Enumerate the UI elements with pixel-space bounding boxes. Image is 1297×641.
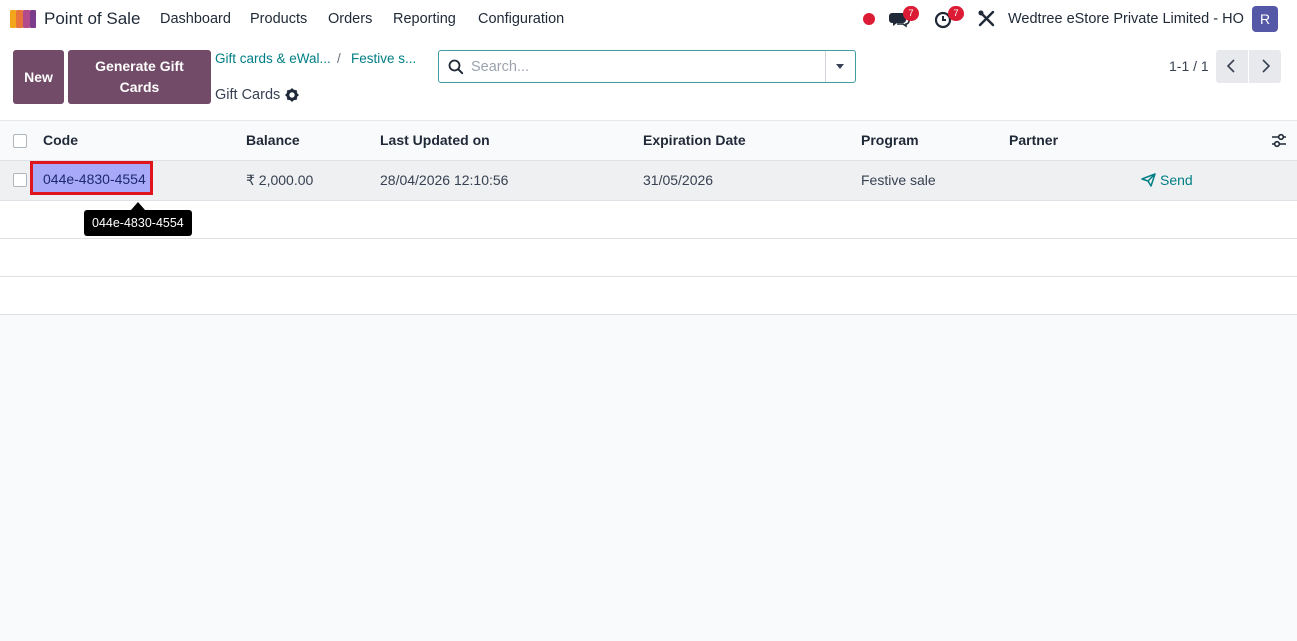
pager-value[interactable]: 1-1 / 1 [1169,58,1209,74]
breadcrumb-gift-cards-ewallet[interactable]: Gift cards & eWal... [215,51,331,66]
row-checkbox[interactable] [13,173,27,187]
optional-columns-toggle-icon[interactable] [1271,133,1287,149]
program-cell: Festive sale [861,172,936,188]
menu-configuration[interactable]: Configuration [478,11,564,27]
expiration-date-cell: 31/05/2026 [643,172,714,188]
user-avatar[interactable]: R [1252,6,1278,32]
table-row[interactable]: 044e-4830-4554 ₹ 2,000.00 28/04/2026 12:… [0,161,1297,201]
list-header: Code Balance Last Updated on Expiration … [0,120,1297,161]
breadcrumb-festive-sale[interactable]: Festive s... [351,51,416,66]
messages-badge: 7 [903,6,919,21]
code-cell-highlight[interactable]: 044e-4830-4554 [30,161,153,195]
menu-products[interactable]: Products [250,11,307,27]
app-name[interactable]: Point of Sale [44,9,140,29]
gift-cards-list: Code Balance Last Updated on Expiration … [0,120,1297,315]
chevron-right-icon [1262,59,1271,73]
column-program[interactable]: Program [861,132,919,148]
activities-badge: 7 [948,6,964,21]
paper-plane-icon [1141,173,1156,187]
menu-dashboard[interactable]: Dashboard [160,11,231,27]
menu-orders[interactable]: Orders [328,11,372,27]
chevron-left-icon [1226,59,1235,73]
empty-row [0,239,1297,277]
last-updated-cell: 28/04/2026 12:10:56 [380,172,509,188]
generate-gift-cards-button[interactable]: Generate Gift Cards [68,50,211,104]
company-switcher[interactable]: Wedtree eStore Private Limited - HO [1008,11,1244,27]
new-button[interactable]: New [13,50,64,104]
code-tooltip: 044e-4830-4554 [84,210,192,236]
recording-dot-icon[interactable] [863,13,875,25]
search-icon [448,59,464,75]
column-expiration-date[interactable]: Expiration Date [643,132,746,148]
gear-icon[interactable] [285,88,299,102]
column-balance[interactable]: Balance [246,132,300,148]
empty-row [0,201,1297,239]
search-options-toggle[interactable] [825,51,855,82]
empty-row [0,277,1297,315]
search-box[interactable] [438,50,856,83]
chevron-down-icon [836,64,844,69]
pager-previous-button[interactable] [1216,50,1248,83]
column-code[interactable]: Code [43,132,78,148]
tooltip-arrow [131,202,145,210]
column-partner[interactable]: Partner [1009,132,1058,148]
balance-cell: ₹ 2,000.00 [246,172,314,188]
page-title: Gift Cards [215,87,281,103]
send-button[interactable]: Send [1141,172,1193,188]
control-panel: New Generate Gift Cards Gift cards & eWa… [0,38,1297,120]
select-all-checkbox[interactable] [13,134,27,148]
send-label: Send [1160,172,1193,188]
debug-tools-icon[interactable] [976,9,998,29]
top-navbar: Point of Sale Dashboard Products Orders … [0,0,1297,38]
app-logo-icon[interactable] [10,9,36,29]
menu-reporting[interactable]: Reporting [393,11,456,27]
pager-next-button[interactable] [1249,50,1281,83]
search-input[interactable] [471,55,821,79]
column-last-updated[interactable]: Last Updated on [380,132,490,148]
gift-card-code[interactable]: 044e-4830-4554 [43,171,146,187]
breadcrumb-separator: / [337,51,341,66]
